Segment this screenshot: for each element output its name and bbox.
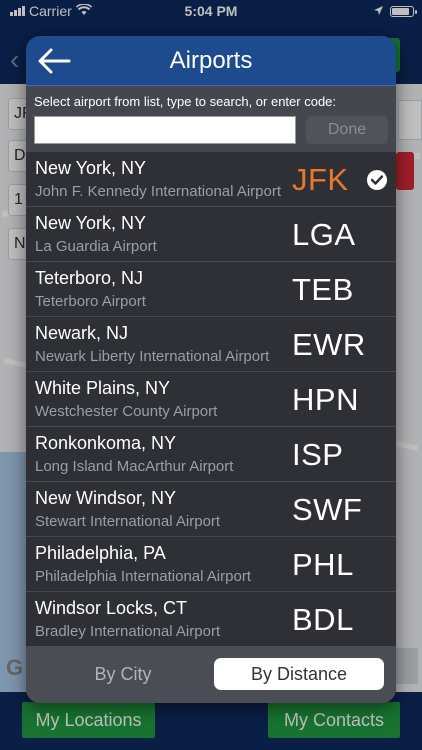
airport-city: New Windsor, NY <box>35 488 177 508</box>
airport-row[interactable]: Ronkonkoma, NY Long Island MacArthur Airp… <box>26 427 396 482</box>
airport-name: Long Island MacArthur Airport <box>35 458 234 475</box>
airport-code: ISP <box>292 437 344 472</box>
airport-search-input[interactable] <box>34 116 296 144</box>
airport-name: John F. Kennedy International Airport <box>35 183 281 200</box>
airport-row[interactable]: Philadelphia, PA Philadelphia Internation… <box>26 537 396 592</box>
airport-city: New York, NY <box>35 213 147 233</box>
airport-row[interactable]: White Plains, NY Westchester County Airpo… <box>26 372 396 427</box>
airport-row[interactable]: Teterboro, NJ Teterboro Airport TEB <box>26 262 396 317</box>
airport-city: Newark, NJ <box>35 323 129 343</box>
airport-code: PHL <box>292 547 354 582</box>
airport-city: Teterboro, NJ <box>35 268 144 288</box>
sort-by-city-button[interactable]: By City <box>34 658 212 690</box>
airport-name: Newark Liberty International Airport <box>35 348 270 365</box>
popup-title: Airports <box>169 47 253 74</box>
airport-code: LGA <box>292 217 356 252</box>
search-area: Select airport from list, type to search… <box>26 86 396 152</box>
checkmark-circle-icon <box>367 170 387 190</box>
airport-row[interactable]: Windsor Locks, CT Bradley International A… <box>26 592 396 647</box>
airport-row[interactable]: New York, NY John F. Kennedy Internationa… <box>26 152 396 207</box>
airport-name: Philadelphia International Airport <box>35 568 251 585</box>
airport-code: SWF <box>292 492 363 527</box>
sort-segmented-control: By City By Distance <box>26 646 396 703</box>
airport-code: HPN <box>292 382 359 417</box>
airport-row[interactable]: Newark, NJ Newark Liberty International A… <box>26 317 396 372</box>
airport-list[interactable]: New York, NY John F. Kennedy Internationa… <box>26 152 396 647</box>
airport-row[interactable]: New York, NY La Guardia Airport LGA <box>26 207 396 262</box>
airport-city: Ronkonkoma, NY <box>35 433 177 453</box>
airport-name: Westchester County Airport <box>35 403 218 420</box>
airport-row[interactable]: New Windsor, NY Stewart International Air… <box>26 482 396 537</box>
airport-city: Philadelphia, PA <box>35 543 166 563</box>
airport-name: Bradley International Airport <box>35 623 221 640</box>
sort-by-distance-button[interactable]: By Distance <box>214 658 384 690</box>
airport-name: Teterboro Airport <box>35 293 146 310</box>
airport-city: New York, NY <box>35 158 147 178</box>
airport-name: Stewart International Airport <box>35 513 221 530</box>
popup-header: Airports <box>26 36 396 86</box>
airports-popup: Airports Select airport from list, type … <box>26 36 396 703</box>
search-hint: Select airport from list, type to search… <box>34 94 337 109</box>
airport-code: JFK <box>292 162 349 197</box>
done-button[interactable]: Done <box>306 116 388 144</box>
airport-name: La Guardia Airport <box>35 238 157 255</box>
airport-code: BDL <box>292 602 354 637</box>
airport-code: TEB <box>292 272 354 307</box>
airport-city: Windsor Locks, CT <box>35 598 188 618</box>
airport-code: EWR <box>292 327 366 362</box>
airport-city: White Plains, NY <box>35 378 171 398</box>
